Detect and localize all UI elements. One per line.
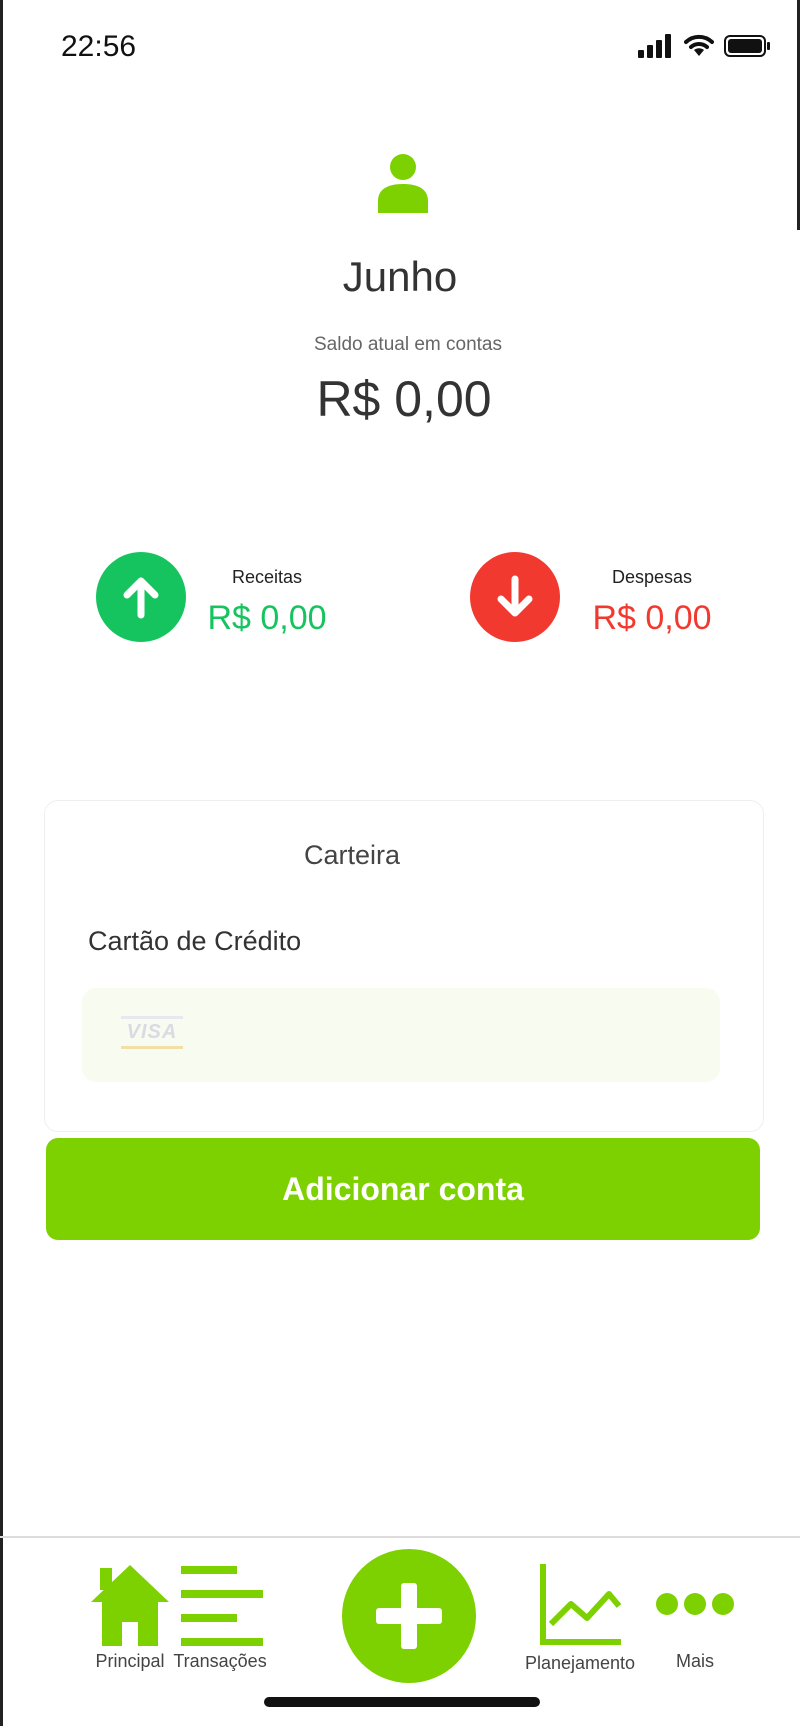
status-icons xyxy=(638,34,772,58)
expense-circle[interactable] xyxy=(470,552,560,642)
visa-text: VISA xyxy=(126,1020,178,1043)
arrow-up-icon xyxy=(123,577,159,619)
more-icon xyxy=(656,1593,734,1615)
battery-icon xyxy=(724,35,770,57)
income-value: R$ 0,00 xyxy=(207,599,327,637)
status-time: 22:56 xyxy=(61,30,137,63)
expense-value: R$ 0,00 xyxy=(592,599,712,637)
wallet-title: Carteira xyxy=(303,840,401,870)
credit-card-label: Cartão de Crédito xyxy=(88,926,302,956)
balance-value: R$ 0,00 xyxy=(316,371,492,427)
home-indicator[interactable] xyxy=(264,1697,540,1707)
nav-item-mais[interactable]: Mais xyxy=(650,1562,740,1672)
nav-label-transacoes: Transações xyxy=(173,1651,267,1671)
month-title[interactable]: Junho xyxy=(0,253,800,301)
income-label: Receitas xyxy=(231,567,303,587)
visa-stripe-top xyxy=(121,1015,183,1019)
plus-icon xyxy=(376,1583,442,1649)
chart-icon xyxy=(540,1564,622,1645)
user-avatar-icon[interactable] xyxy=(376,153,430,213)
nav-item-transacoes[interactable]: Transações xyxy=(160,1562,280,1672)
nav-item-planejamento[interactable]: Planejamento xyxy=(520,1562,640,1674)
expense-label: Despesas xyxy=(611,567,693,587)
list-icon xyxy=(181,1566,263,1646)
visa-logo: VISA xyxy=(120,1012,184,1052)
add-transaction-button[interactable] xyxy=(342,1549,476,1683)
balance-label: Saldo atual em contas xyxy=(313,334,502,355)
add-account-button[interactable]: Adicionar conta xyxy=(46,1138,760,1240)
nav-label-planejamento: Planejamento xyxy=(524,1653,636,1673)
nav-divider xyxy=(0,1536,800,1538)
wifi-icon xyxy=(684,34,714,56)
visa-stripe-bottom xyxy=(121,1045,183,1049)
signal-icon xyxy=(638,34,671,58)
home-icon xyxy=(91,1565,169,1646)
nav-label-mais: Mais xyxy=(675,1651,714,1671)
arrow-down-icon xyxy=(497,575,533,617)
